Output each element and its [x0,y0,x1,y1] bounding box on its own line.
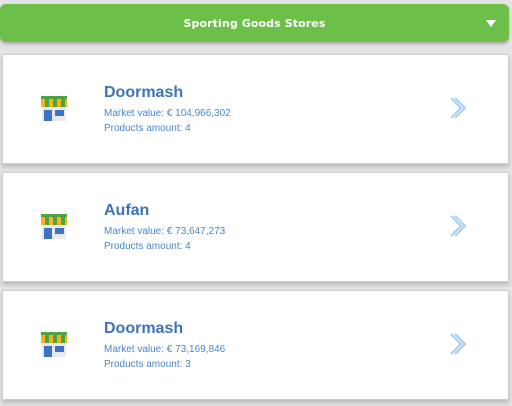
products-amount: Products amount: 4 [104,123,191,134]
store-name: Doormash [104,320,184,337]
store-card[interactable]: Doormash Market value: € 104,966,302 Pro… [2,54,509,164]
store-card[interactable]: Doormash Market value: € 73,169,846 Prod… [2,290,509,400]
chevron-right-icon[interactable] [448,214,466,238]
products-amount: Products amount: 3 [104,359,191,370]
chevron-right-icon[interactable] [448,332,466,356]
store-name: Aufan [104,202,150,219]
store-name: Doormash [104,84,184,101]
storefront-icon [41,332,67,357]
caret-down-icon [486,20,496,27]
storefront-icon [41,214,67,239]
chevron-right-icon[interactable] [448,96,466,120]
market-value: Market value: € 104,966,302 [104,108,231,119]
storefront-icon [41,96,67,121]
market-value: Market value: € 73,169,846 [104,344,226,355]
category-dropdown[interactable]: Sporting Goods Stores [0,4,509,42]
store-card[interactable]: Aufan Market value: € 73,647,273 Product… [2,172,509,282]
products-amount: Products amount: 4 [104,241,191,252]
category-title: Sporting Goods Stores [183,16,326,30]
market-value: Market value: € 73,647,273 [104,226,226,237]
